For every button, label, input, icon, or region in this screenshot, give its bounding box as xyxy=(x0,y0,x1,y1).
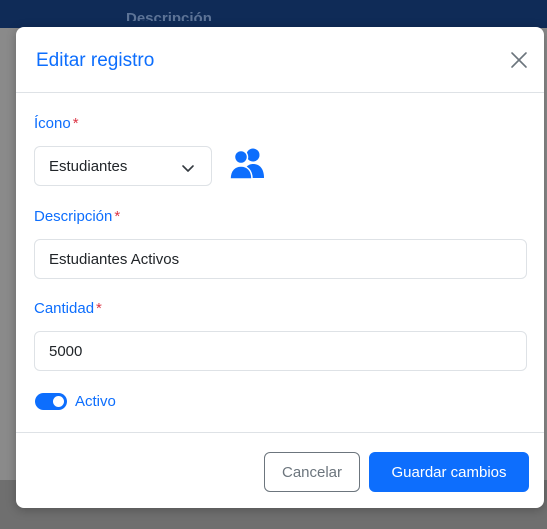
modal-title: Editar registro xyxy=(36,50,155,71)
required-mark: * xyxy=(96,300,102,317)
icon-select-value: Estudiantes xyxy=(49,158,128,175)
required-mark: * xyxy=(72,115,79,132)
quantity-input-value: 5000 xyxy=(49,343,83,360)
page-header-bar xyxy=(0,0,547,28)
toggle-knob xyxy=(53,396,64,407)
required-mark: * xyxy=(114,208,121,225)
quantity-field-label: Cantidad * xyxy=(34,300,102,318)
cancel-button[interactable]: Cancelar xyxy=(264,452,360,492)
close-icon[interactable] xyxy=(509,50,529,70)
quantity-field-label-text: Cantidad xyxy=(34,300,95,317)
table-column-header: Descripción xyxy=(126,11,212,21)
description-input-value: Estudiantes Activos xyxy=(49,251,180,268)
quantity-input[interactable]: 5000 xyxy=(34,331,527,371)
active-toggle[interactable] xyxy=(35,393,67,410)
icon-select[interactable]: Estudiantes xyxy=(34,146,212,186)
icon-field-label: Ícono * xyxy=(34,115,79,133)
description-input[interactable]: Estudiantes Activos xyxy=(34,239,527,279)
chevron-down-icon xyxy=(181,161,195,175)
edit-record-modal: Editar registro Ícono * Estudiantes Descr… xyxy=(16,27,544,508)
save-changes-button[interactable]: Guardar cambios xyxy=(369,452,529,492)
description-field-label: Descripción * xyxy=(34,208,120,226)
modal-header: Editar registro xyxy=(16,27,544,93)
modal-footer: Cancelar Guardar cambios xyxy=(16,432,544,508)
users-icon xyxy=(228,147,268,181)
active-toggle-label[interactable]: Activo xyxy=(75,393,116,411)
description-field-label-text: Descripción xyxy=(34,208,113,225)
icon-field-label-text: Ícono xyxy=(34,115,71,132)
